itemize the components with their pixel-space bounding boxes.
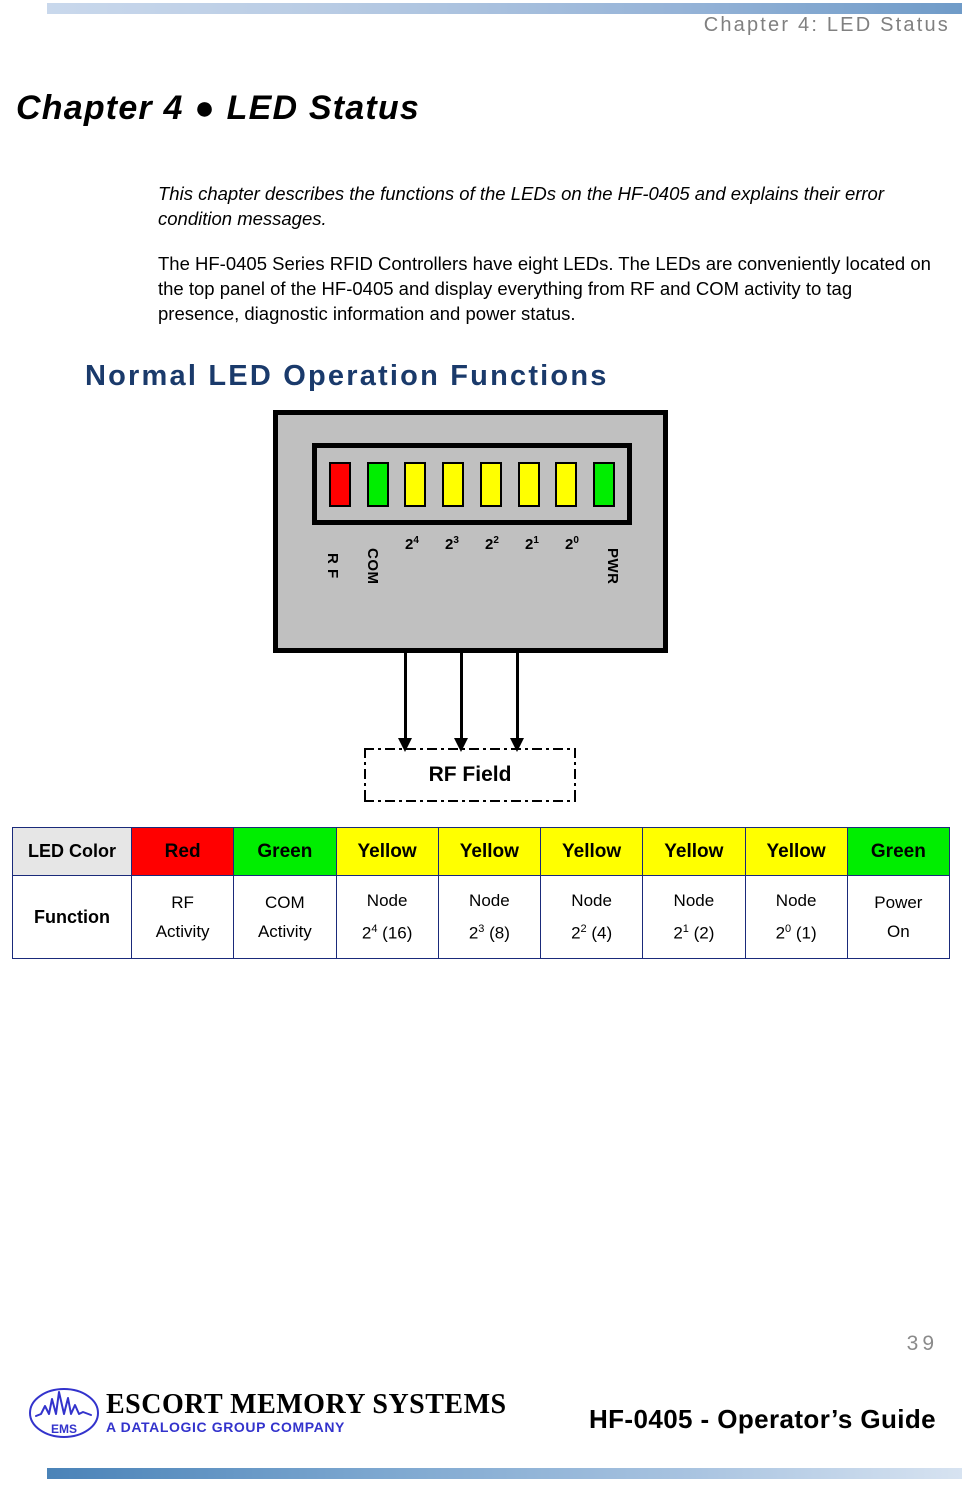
footer-rule	[47, 1468, 962, 1479]
rf-field-label: RF Field	[428, 763, 512, 786]
logo-title: ESCORT MEMORY SYSTEMS	[106, 1389, 507, 1420]
page-number: 39	[906, 1332, 938, 1355]
led-label-node-4: 22	[485, 535, 499, 553]
led-label-node-16: 24	[405, 535, 419, 553]
led-indicator-node-4	[479, 461, 502, 507]
company-logo: EMS ESCORT MEMORY SYSTEMS A DATALOGIC GR…	[28, 1386, 507, 1440]
led-label-pwr: PWR	[604, 547, 621, 585]
logo-subtitle: A DATALOGIC GROUP COMPANY	[106, 1419, 345, 1435]
led-label-node-8: 23	[445, 535, 459, 553]
rf-field-callout: RF Field	[364, 748, 576, 802]
led-color-cell-3: Yellow	[437, 827, 542, 876]
function-cell-6: Node 20 (1)	[744, 875, 848, 959]
led-color-cell-2: Yellow	[335, 827, 439, 876]
page-title: Chapter 4 ● LED Status	[16, 88, 421, 127]
led-function-table: LED Color Red Green Yellow Yellow Yellow Yell…	[12, 827, 951, 959]
led-color-cell-5: Yellow	[642, 827, 746, 876]
table-row-led-color: LED Color Red Green Yellow Yellow Yellow Yell…	[12, 827, 951, 876]
rf-field-arrows	[390, 653, 570, 752]
function-cell-2: Node 24 (16)	[335, 875, 439, 959]
ems-badge-text: EMS	[51, 1422, 77, 1436]
function-cell-4: Node 22 (4)	[539, 875, 644, 959]
arrow-down-icon	[398, 653, 412, 752]
ems-waveform-icon: EMS	[29, 1388, 99, 1438]
led-indicator-node-8	[442, 461, 465, 507]
led-color-cell-6: Yellow	[744, 827, 848, 876]
function-cell-3: Node 23 (8)	[437, 875, 542, 959]
row-header-function: Function	[12, 875, 132, 959]
led-indicator-node-16	[404, 461, 427, 507]
led-color-cell-4: Yellow	[539, 827, 644, 876]
running-head: Chapter 4: LED Status	[703, 14, 950, 36]
led-indicator-rf	[329, 461, 351, 507]
function-cell-1: COM Activity	[233, 875, 337, 959]
function-cell-7: Power On	[846, 875, 951, 959]
function-cell-5: Node 21 (2)	[642, 875, 746, 959]
led-label-node-2: 21	[525, 535, 539, 553]
footer-guide-title: HF-0405 - Operator’s Guide	[588, 1404, 936, 1434]
led-label-row: R F COM 24 23 22 21 20 PWR	[312, 535, 632, 613]
led-color-cell-7: Green	[846, 827, 951, 876]
header-rule	[47, 3, 962, 14]
led-label-com: COM	[364, 547, 381, 585]
led-indicator-node-2	[517, 461, 540, 507]
arrow-down-icon	[510, 653, 524, 752]
led-color-cell-1: Green	[233, 827, 337, 876]
led-label-node-1: 20	[565, 535, 579, 553]
led-indicator-com	[366, 461, 389, 507]
led-label-rf: R F	[324, 553, 341, 579]
function-cell-0: RF Activity	[130, 875, 235, 959]
table-row-function: Function RF Activity COM Activity Node 24 (16…	[12, 875, 951, 959]
row-header-led-color: LED Color	[12, 827, 132, 876]
led-indicator-pwr	[592, 461, 615, 507]
led-indicator-node-1	[555, 461, 578, 507]
led-strip	[312, 443, 632, 525]
led-color-cell-0: Red	[130, 827, 235, 876]
section-heading: Normal LED Operation Functions	[85, 360, 609, 393]
arrow-down-icon	[454, 653, 468, 752]
body-paragraph: The HF-0405 Series RFID Controllers have…	[158, 252, 931, 324]
led-panel-diagram: R F COM 24 23 22 21 20 PWR	[273, 410, 668, 653]
intro-paragraph: This chapter describes the functions of …	[158, 182, 884, 229]
